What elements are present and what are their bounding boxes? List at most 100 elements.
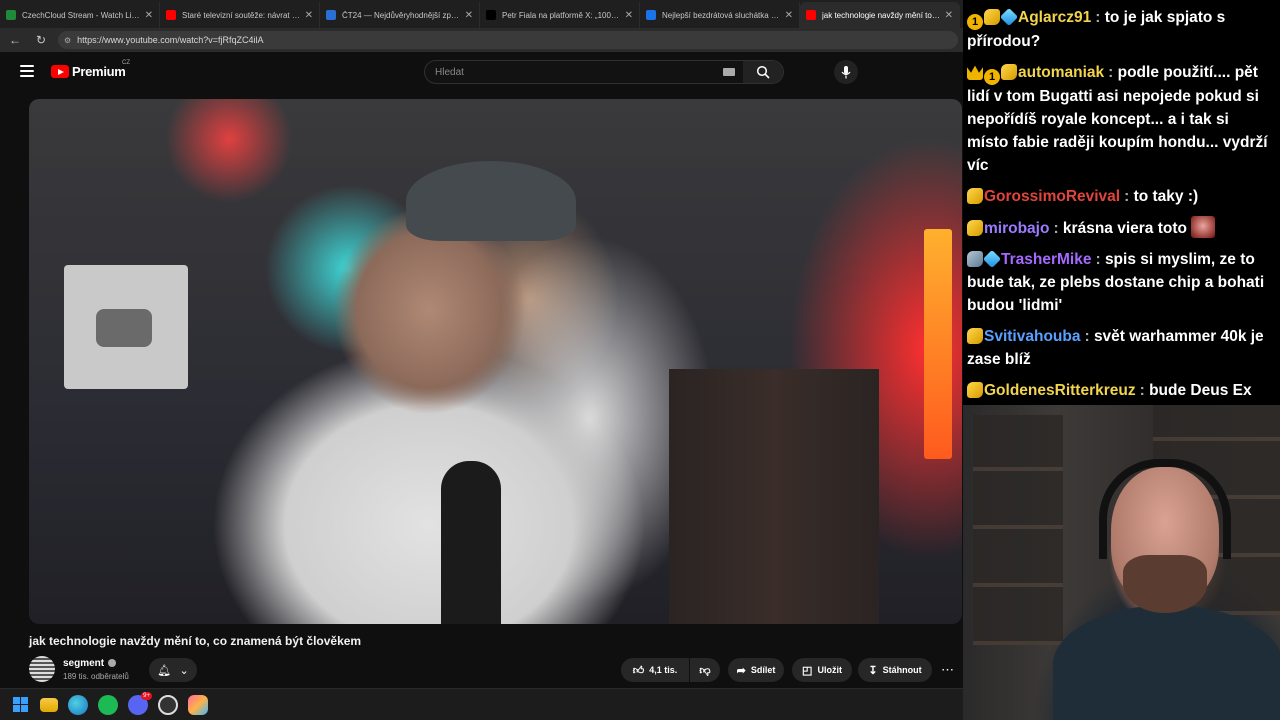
video-player[interactable]	[29, 99, 962, 624]
video-title: jak technologie navždy mění to, co zname…	[29, 634, 362, 648]
chat-username[interactable]: GorossimoRevival	[984, 188, 1120, 205]
like-button[interactable]: 👍︎ 4,1 tis.	[621, 658, 689, 682]
browser-tab[interactable]: Nejlepší bezdrátová sluchátka 202 ✕	[640, 2, 800, 28]
youtube-header: Premium CZ Hledat	[0, 52, 963, 92]
headset	[1099, 459, 1231, 559]
share-button[interactable]: ➦ Sdílet	[728, 658, 784, 682]
chat-badge-cube-icon[interactable]	[999, 7, 1019, 27]
chat-username[interactable]: automaniak	[1018, 64, 1104, 81]
more-actions-icon[interactable]: ⋯	[941, 662, 954, 678]
chat-username[interactable]: GoldenesRitterkreuz	[984, 382, 1136, 399]
chat-text: krásna viera toto	[1062, 220, 1187, 237]
chat-badge-one-icon[interactable]: 1	[967, 14, 983, 30]
browser-tab[interactable]: Petr Fiala na platformě X: „100 dní ✕	[480, 2, 640, 28]
chat-badge-arm-icon[interactable]	[967, 251, 983, 267]
like-count: 4,1 tis.	[649, 665, 678, 675]
url-text: https://www.youtube.com/watch?v=fjRfqZC4…	[77, 35, 264, 45]
youtube-page: Premium CZ Hledat jak technologie navždy…	[0, 52, 963, 688]
chat-badge-hand-icon[interactable]	[967, 188, 983, 204]
chat-username[interactable]: mirobajo	[984, 220, 1049, 237]
tab-close-icon[interactable]: ✕	[945, 10, 953, 21]
search-icon	[756, 65, 770, 79]
chat-badge-hand-icon[interactable]	[967, 328, 983, 344]
tab-close-icon[interactable]: ✕	[625, 10, 633, 21]
search-button[interactable]	[743, 61, 783, 83]
channel-name[interactable]: segment	[63, 658, 117, 669]
chat-separator: :	[1139, 382, 1150, 399]
spotify-icon[interactable]	[98, 694, 118, 715]
browser-tab-bar: CzechCloud Stream - Watch Live o ✕ Staré t…	[0, 0, 963, 28]
channel-name-text: segment	[63, 658, 105, 669]
chat-emote-icon	[1190, 216, 1215, 238]
edge-browser-icon[interactable]	[68, 694, 88, 715]
streamer-webcam	[963, 405, 1280, 720]
chat-badge-hand-icon[interactable]	[1001, 64, 1017, 80]
tab-title: Petr Fiala na platformě X: „100 dní	[502, 10, 621, 20]
search-box[interactable]: Hledat	[424, 60, 784, 84]
back-icon[interactable]: ←	[4, 29, 26, 51]
dislike-button[interactable]: 👎︎	[690, 658, 720, 682]
chat-username[interactable]: Aglarcz91	[1018, 9, 1091, 26]
keyboard-icon[interactable]	[723, 68, 735, 76]
studio-microphone	[441, 461, 501, 624]
stream-chat: 1 Aglarcz91: to je jak spjato s přírodou?…	[963, 0, 1280, 405]
thumbs-up-icon: 👍︎	[632, 664, 645, 677]
chat-badge-one-icon[interactable]: 1	[984, 69, 1000, 85]
tab-close-icon[interactable]: ✕	[145, 10, 153, 21]
save-button[interactable]: ◰ Uložit	[792, 658, 852, 682]
notification-bell-button[interactable]: 🔔︎ ⌄	[149, 658, 197, 682]
download-button[interactable]: ↧ Stáhnout	[858, 658, 932, 682]
browser-tab[interactable]: ČT24 — Nejdůvěryhodnější zpravo ✕	[320, 2, 480, 28]
bookmark-icon: ◰	[802, 664, 813, 677]
copilot-icon[interactable]	[188, 694, 208, 715]
search-input[interactable]: Hledat	[425, 67, 723, 78]
taskbar: 9+	[0, 688, 963, 720]
microphone-icon	[841, 65, 851, 78]
reload-icon[interactable]: ↻	[30, 29, 52, 51]
streamer-body	[1053, 605, 1280, 720]
menu-icon[interactable]	[20, 65, 34, 77]
tab-title: jak technologie navždy mění to, co	[822, 10, 941, 20]
chevron-down-icon: ⌄	[179, 664, 189, 677]
chat-message: GorossimoRevival: to taky :)	[967, 185, 1274, 208]
chat-badge-hand-icon[interactable]	[967, 220, 983, 236]
share-label: Sdílet	[750, 665, 776, 675]
site-info-icon[interactable]: ⚙	[64, 36, 71, 45]
chat-message: GoldenesRitterkreuz: bude Deus Ex	[967, 379, 1274, 402]
red-lamp	[924, 229, 952, 459]
chat-badge-hand-icon[interactable]	[967, 382, 983, 398]
chat-badge-crown-icon[interactable]	[967, 65, 983, 80]
discord-icon[interactable]: 9+	[128, 691, 152, 715]
windows-start-icon[interactable]	[10, 695, 30, 715]
bookshelf	[669, 369, 879, 624]
tab-favicon-icon	[166, 10, 176, 20]
chat-username[interactable]: TrasherMike	[1001, 251, 1091, 268]
chat-message: 1 automaniak: podle použití.... pět lidí …	[967, 61, 1274, 177]
download-label: Stáhnout	[882, 665, 922, 675]
chat-badge-hand-icon[interactable]	[984, 9, 1000, 25]
save-label: Uložit	[817, 665, 842, 675]
voice-search-button[interactable]	[834, 60, 858, 84]
channel-avatar[interactable]	[29, 656, 55, 682]
chat-badge-cube-icon[interactable]	[982, 249, 1002, 269]
browser-tab[interactable]: jak technologie navždy mění to, co ✕	[800, 2, 960, 28]
chat-separator: :	[1095, 9, 1105, 26]
tab-close-icon[interactable]: ✕	[465, 10, 473, 21]
webcam-bookshelf-left	[973, 415, 1063, 645]
app-icon[interactable]	[158, 694, 178, 715]
tab-close-icon[interactable]: ✕	[785, 10, 793, 21]
chat-separator: :	[1095, 251, 1105, 268]
browser-tab[interactable]: CzechCloud Stream - Watch Live o ✕	[0, 2, 160, 28]
tab-close-icon[interactable]: ✕	[305, 10, 313, 21]
chat-message: TrasherMike: spis si myslim, ze to bude …	[967, 248, 1274, 317]
youtube-logo[interactable]: Premium CZ	[51, 60, 130, 79]
discord-notification-badge: 9+	[141, 691, 152, 700]
tab-favicon-icon	[326, 10, 336, 20]
file-explorer-icon[interactable]	[40, 697, 58, 712]
tab-title: CzechCloud Stream - Watch Live o	[22, 10, 141, 20]
thumbs-down-icon: 👎︎	[699, 664, 711, 677]
chat-username[interactable]: Svitivahouba	[984, 328, 1080, 345]
url-field[interactable]: ⚙ https://www.youtube.com/watch?v=fjRfqZ…	[58, 31, 958, 49]
share-icon: ➦	[736, 664, 746, 677]
browser-tab[interactable]: Staré televizní soutěže: návrat do s ✕	[160, 2, 320, 28]
